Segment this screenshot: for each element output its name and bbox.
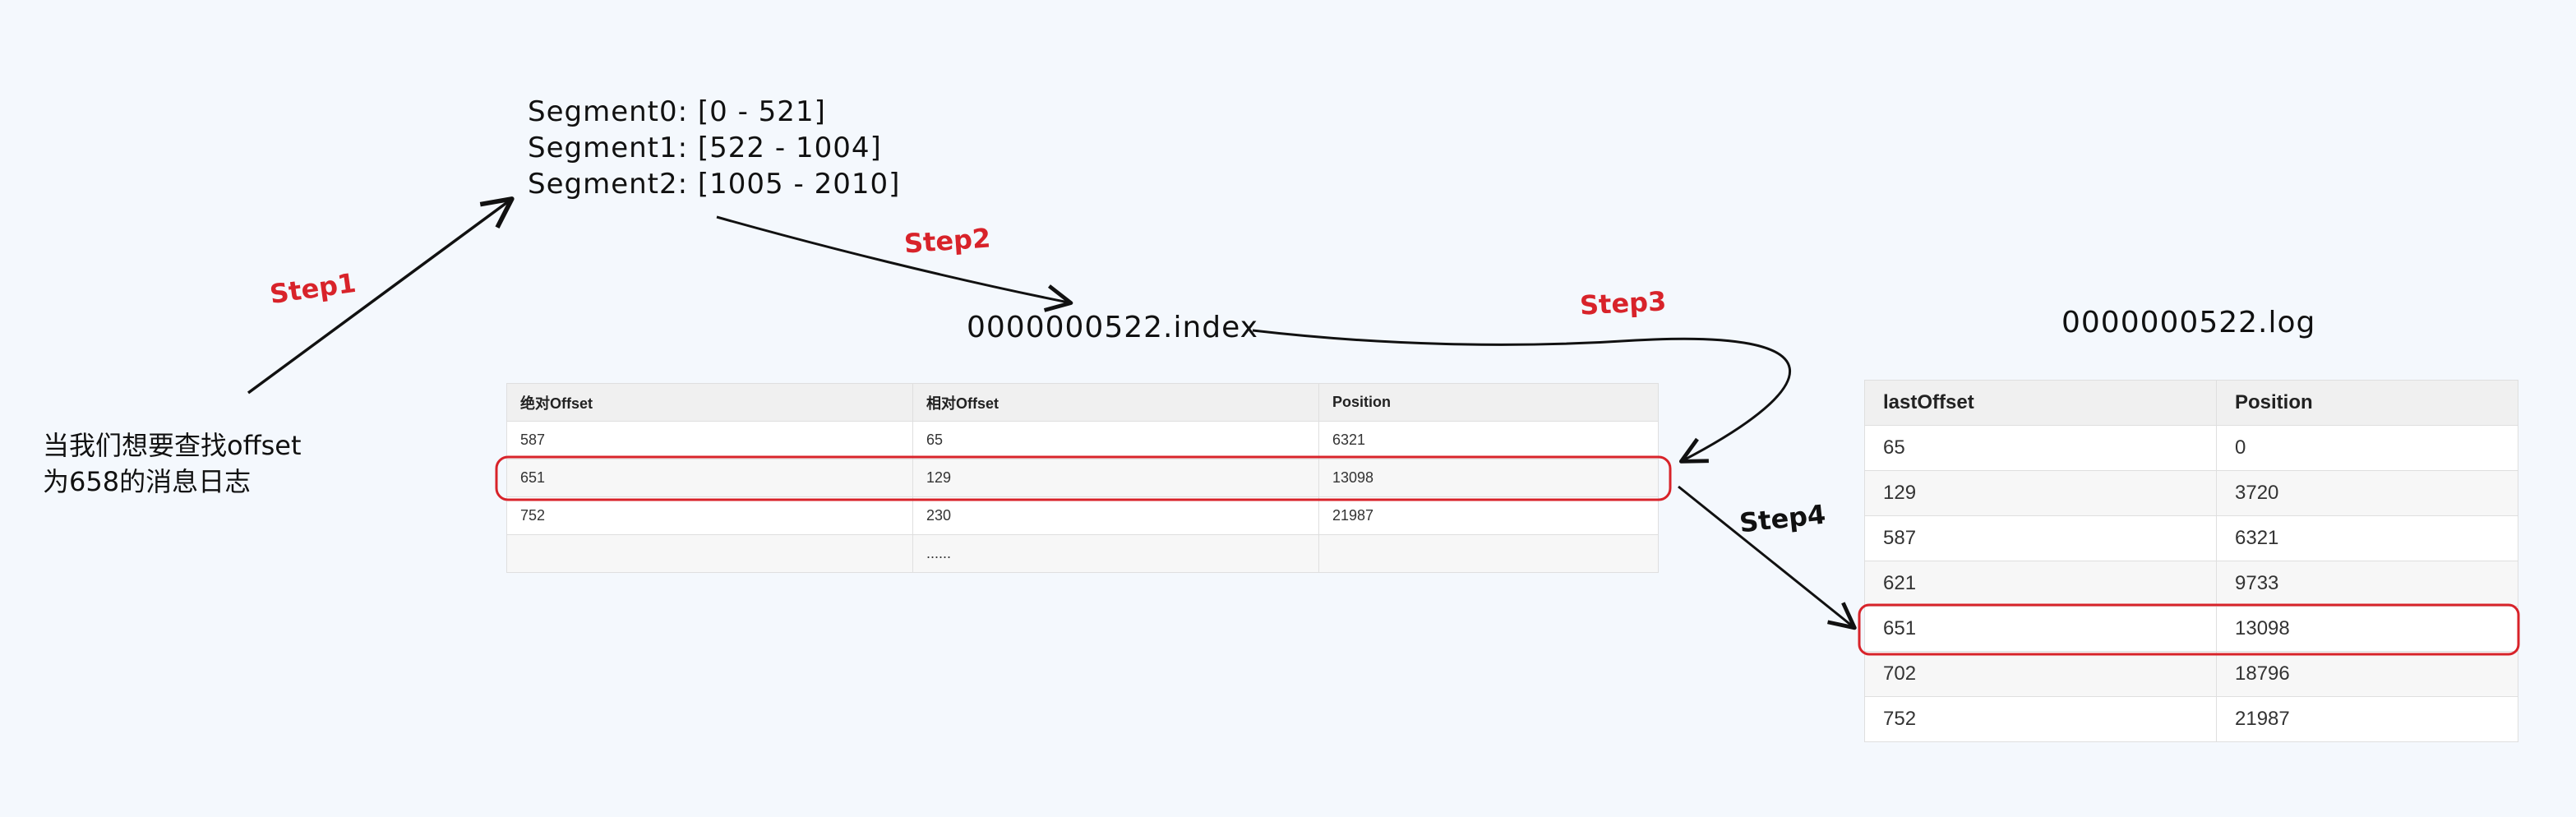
step3-arrow <box>1252 329 1792 464</box>
connector-overlay <box>247 196 2520 656</box>
diagram-canvas: Segment0: [0 - 521] Segment1: [522 - 100… <box>0 0 2576 817</box>
step4-arrow <box>1678 485 1857 630</box>
log-row-highlight <box>1858 603 2520 656</box>
step1-arrow <box>247 196 515 395</box>
step2-arrow <box>716 215 1073 312</box>
index-row-highlight <box>495 455 1672 501</box>
